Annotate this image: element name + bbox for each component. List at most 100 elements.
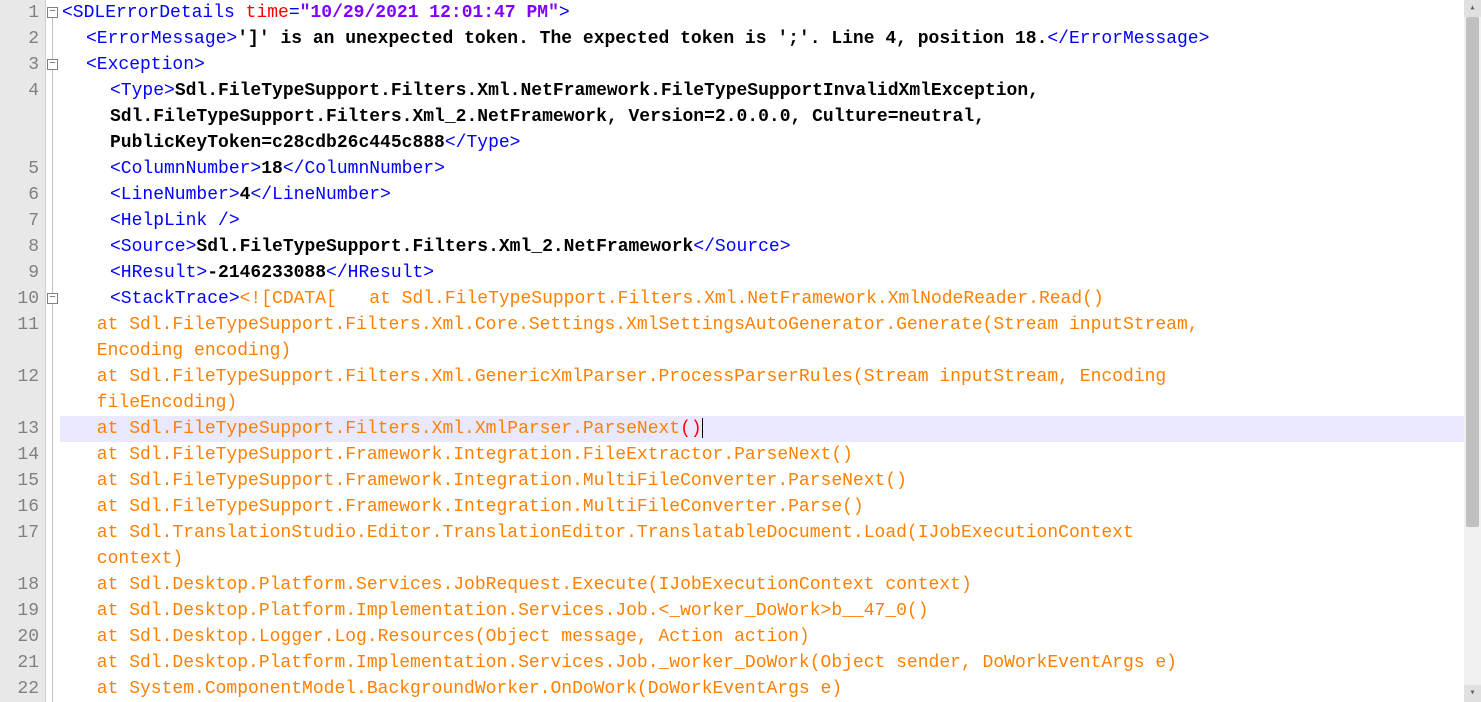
text-cursor <box>702 418 703 438</box>
fold-toggle[interactable]: − <box>47 293 58 304</box>
token-txt: 18 <box>261 159 283 179</box>
code-line[interactable]: <SDLErrorDetails time="10/29/2021 12:01:… <box>60 0 1481 26</box>
line-number: 11 <box>0 312 39 338</box>
token-txt: Sdl.FileTypeSupport.Filters.Xml.NetFrame… <box>175 81 1050 101</box>
token-tag: <HelpLink /> <box>110 211 240 231</box>
line-number: 21 <box>0 650 39 676</box>
code-line[interactable]: at System.ComponentModel.BackgroundWorke… <box>60 676 1481 702</box>
fold-toggle[interactable]: − <box>47 7 58 18</box>
scroll-thumb[interactable] <box>1466 17 1479 527</box>
token-tag: > <box>559 3 570 23</box>
code-line[interactable]: <HelpLink /> <box>60 208 1481 234</box>
token-tag: <Source> <box>110 237 196 257</box>
code-line[interactable]: at Sdl.Desktop.Platform.Implementation.S… <box>60 650 1481 676</box>
code-line[interactable]: PublicKeyToken=c28cdb26c445c888</Type> <box>60 130 1481 156</box>
line-number: 20 <box>0 624 39 650</box>
code-line[interactable]: at Sdl.FileTypeSupport.Filters.Xml.Gener… <box>60 364 1481 390</box>
code-line[interactable]: <ColumnNumber>18</ColumnNumber> <box>60 156 1481 182</box>
code-line[interactable]: Encoding encoding) <box>60 338 1481 364</box>
token-attr: time <box>246 3 289 23</box>
code-line[interactable]: at Sdl.Desktop.Logger.Log.Resources(Obje… <box>60 624 1481 650</box>
token-txt: 4 <box>240 185 251 205</box>
line-number <box>0 390 39 416</box>
fold-toggle[interactable]: − <box>47 59 58 70</box>
line-number <box>0 338 39 364</box>
line-number: 1 <box>0 0 39 26</box>
line-number <box>0 130 39 156</box>
code-line[interactable]: <Source>Sdl.FileTypeSupport.Filters.Xml_… <box>60 234 1481 260</box>
token-cdata: at Sdl.FileTypeSupport.Filters.Xml.XmlPa… <box>86 419 680 439</box>
token-txt: ']' is an unexpected token. The expected… <box>237 29 1047 49</box>
line-number: 9 <box>0 260 39 286</box>
code-line[interactable]: at Sdl.Desktop.Platform.Implementation.S… <box>60 598 1481 624</box>
token-txt <box>235 3 246 23</box>
token-tag: = <box>289 3 300 23</box>
code-line[interactable]: <Exception> <box>60 52 1481 78</box>
code-line[interactable]: <ErrorMessage>']' is an unexpected token… <box>60 26 1481 52</box>
token-tag: <Exception> <box>86 55 205 75</box>
line-number: 16 <box>0 494 39 520</box>
code-line[interactable]: at Sdl.FileTypeSupport.Framework.Integra… <box>60 442 1481 468</box>
code-line[interactable]: Sdl.FileTypeSupport.Filters.Xml_2.NetFra… <box>60 104 1481 130</box>
token-tag: <HResult> <box>110 263 207 283</box>
code-area[interactable]: <SDLErrorDetails time="10/29/2021 12:01:… <box>60 0 1481 702</box>
token-val: "10/29/2021 12:01:47 PM" <box>300 3 559 23</box>
line-number: 19 <box>0 598 39 624</box>
line-number: 22 <box>0 676 39 702</box>
code-line[interactable]: fileEncoding) <box>60 390 1481 416</box>
token-tag: <Type> <box>110 81 175 101</box>
token-cdata: at Sdl.FileTypeSupport.Framework.Integra… <box>86 471 907 491</box>
token-cdata: at Sdl.Desktop.Platform.Implementation.S… <box>86 653 1177 673</box>
line-number: 13 <box>0 416 39 442</box>
line-number-gutter: 12345678910111213141516171819202122 <box>0 0 46 702</box>
line-number: 4 <box>0 78 39 104</box>
token-tag: </ColumnNumber> <box>283 159 445 179</box>
line-number: 6 <box>0 182 39 208</box>
token-tag: </Source> <box>693 237 790 257</box>
fold-margin: − − − <box>46 0 60 702</box>
token-cdata: at Sdl.TranslationStudio.Editor.Translat… <box>86 523 1145 543</box>
code-line[interactable]: at Sdl.Desktop.Platform.Services.JobRequ… <box>60 572 1481 598</box>
token-tag: <ErrorMessage> <box>86 29 237 49</box>
token-tag: <SDLErrorDetails <box>62 3 235 23</box>
token-paren: () <box>680 419 702 439</box>
token-cdata: fileEncoding) <box>86 393 237 413</box>
scroll-up-button[interactable]: ▴ <box>1464 0 1481 17</box>
code-line[interactable]: at Sdl.FileTypeSupport.Filters.Xml.XmlPa… <box>60 416 1481 442</box>
token-cdata: at System.ComponentModel.BackgroundWorke… <box>86 679 842 699</box>
code-line[interactable]: at Sdl.FileTypeSupport.Filters.Xml.Core.… <box>60 312 1481 338</box>
line-number: 5 <box>0 156 39 182</box>
code-line[interactable]: <StackTrace><![CDATA[ at Sdl.FileTypeSup… <box>60 286 1481 312</box>
token-tag: </ErrorMessage> <box>1047 29 1209 49</box>
line-number: 2 <box>0 26 39 52</box>
code-line[interactable]: <Type>Sdl.FileTypeSupport.Filters.Xml.Ne… <box>60 78 1481 104</box>
token-txt: -2146233088 <box>207 263 326 283</box>
line-number: 14 <box>0 442 39 468</box>
line-number: 17 <box>0 520 39 546</box>
line-number <box>0 104 39 130</box>
token-txt: Sdl.FileTypeSupport.Filters.Xml_2.NetFra… <box>196 237 693 257</box>
token-tag: <LineNumber> <box>110 185 240 205</box>
line-number: 18 <box>0 572 39 598</box>
line-number: 12 <box>0 364 39 390</box>
token-cdata: at Sdl.FileTypeSupport.Filters.Xml.Core.… <box>86 315 1209 335</box>
code-line[interactable]: at Sdl.FileTypeSupport.Framework.Integra… <box>60 494 1481 520</box>
code-line[interactable]: at Sdl.TranslationStudio.Editor.Translat… <box>60 520 1481 546</box>
code-line[interactable]: context) <box>60 546 1481 572</box>
line-number: 3 <box>0 52 39 78</box>
token-cdata: Encoding encoding) <box>86 341 291 361</box>
code-line[interactable]: <LineNumber>4</LineNumber> <box>60 182 1481 208</box>
scroll-down-button[interactable]: ▾ <box>1464 685 1481 702</box>
token-txt: PublicKeyToken=c28cdb26c445c888 <box>110 133 445 153</box>
token-cdata: <![CDATA[ at Sdl.FileTypeSupport.Filters… <box>240 289 1104 309</box>
vertical-scrollbar[interactable]: ▴ ▾ <box>1464 0 1481 702</box>
token-cdata: at Sdl.Desktop.Logger.Log.Resources(Obje… <box>86 627 810 647</box>
token-cdata: context) <box>86 549 183 569</box>
line-number: 15 <box>0 468 39 494</box>
token-cdata: at Sdl.Desktop.Platform.Implementation.S… <box>86 601 929 621</box>
code-line[interactable]: <HResult>-2146233088</HResult> <box>60 260 1481 286</box>
line-number <box>0 546 39 572</box>
token-tag: </HResult> <box>326 263 434 283</box>
token-txt: Sdl.FileTypeSupport.Filters.Xml_2.NetFra… <box>110 107 996 127</box>
code-line[interactable]: at Sdl.FileTypeSupport.Framework.Integra… <box>60 468 1481 494</box>
